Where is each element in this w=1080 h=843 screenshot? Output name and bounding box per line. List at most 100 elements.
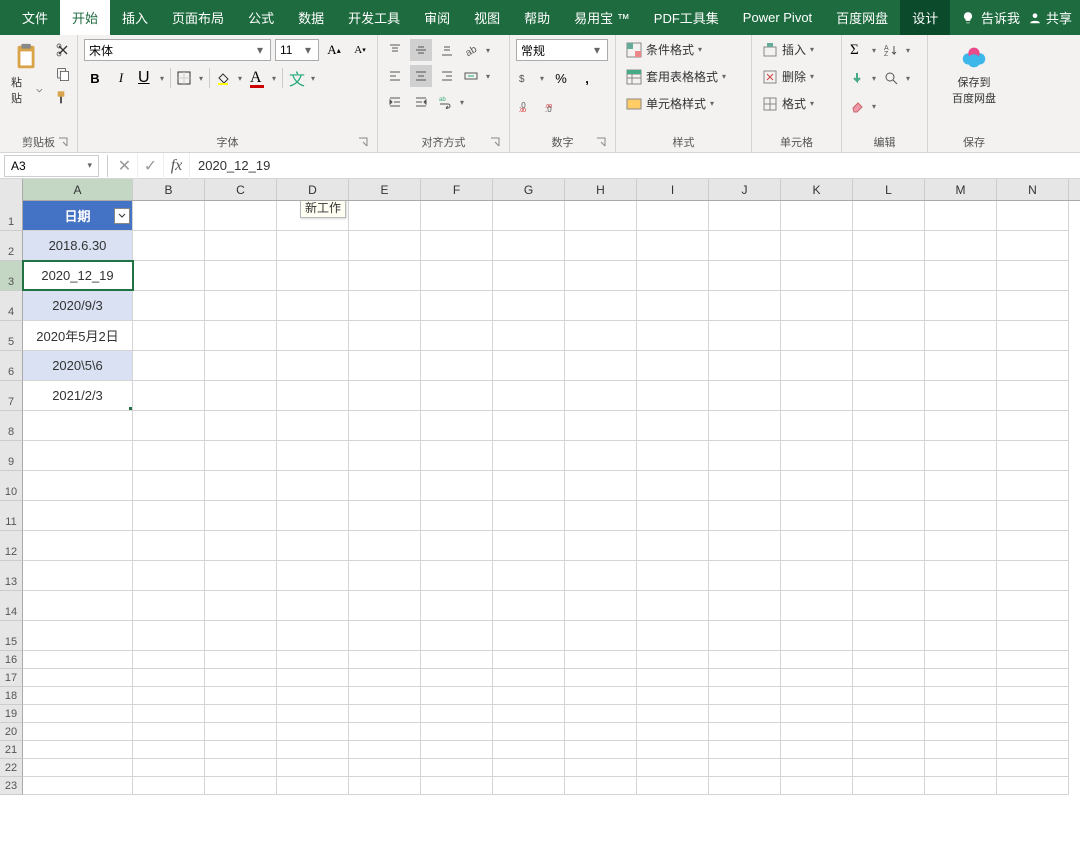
cell-H5[interactable] — [565, 321, 637, 350]
cell[interactable] — [997, 669, 1069, 686]
cell[interactable] — [853, 561, 925, 590]
cell[interactable] — [133, 687, 205, 704]
tab-dev-tools[interactable]: 开发工具 — [336, 0, 412, 35]
cell[interactable] — [853, 471, 925, 500]
insert-function-button[interactable]: fx — [164, 153, 190, 179]
cell-E7[interactable] — [349, 381, 421, 410]
cell[interactable] — [277, 531, 349, 560]
cell[interactable] — [781, 723, 853, 740]
cell[interactable] — [709, 669, 781, 686]
cell-D6[interactable] — [277, 351, 349, 380]
cell[interactable] — [709, 723, 781, 740]
cell[interactable] — [349, 741, 421, 758]
row-header-19[interactable]: 19 — [0, 705, 23, 723]
cell-F1[interactable] — [421, 201, 493, 230]
col-header-B[interactable]: B — [133, 179, 205, 200]
cell-C2[interactable] — [205, 231, 277, 260]
cell[interactable] — [349, 723, 421, 740]
cell-E1[interactable] — [349, 201, 421, 230]
cell-K4[interactable] — [781, 291, 853, 320]
cell[interactable] — [493, 687, 565, 704]
cell-I6[interactable] — [637, 351, 709, 380]
cell[interactable] — [493, 741, 565, 758]
cell[interactable] — [277, 501, 349, 530]
cell[interactable] — [205, 561, 277, 590]
cell[interactable] — [421, 531, 493, 560]
cell[interactable] — [781, 669, 853, 686]
cell[interactable] — [853, 669, 925, 686]
decrease-indent-button[interactable] — [384, 91, 406, 113]
cell-N2[interactable] — [997, 231, 1069, 260]
cell-A23[interactable] — [23, 777, 133, 794]
cell[interactable] — [565, 591, 637, 620]
cell-A18[interactable] — [23, 687, 133, 704]
fill-button[interactable]: ▾ — [848, 67, 878, 89]
cell[interactable] — [349, 501, 421, 530]
cell-E2[interactable] — [349, 231, 421, 260]
cell[interactable] — [997, 501, 1069, 530]
copy-button[interactable] — [52, 63, 74, 85]
cell[interactable] — [421, 777, 493, 794]
row-header-22[interactable]: 22 — [0, 759, 23, 777]
tab-pdf-tools[interactable]: PDF工具集 — [642, 0, 731, 35]
row-header-21[interactable]: 21 — [0, 741, 23, 759]
cell[interactable] — [421, 501, 493, 530]
cell[interactable] — [565, 441, 637, 470]
dialog-launcher-icon[interactable] — [595, 136, 609, 150]
font-color-button[interactable]: A▾ — [248, 67, 278, 89]
cell[interactable] — [781, 621, 853, 650]
row-header-10[interactable]: 10 — [0, 471, 23, 501]
delete-cells-button[interactable]: 删除▾ — [758, 66, 818, 87]
cell-J2[interactable] — [709, 231, 781, 260]
cell[interactable] — [781, 777, 853, 794]
cell[interactable] — [997, 651, 1069, 668]
cell[interactable] — [205, 651, 277, 668]
dialog-launcher-icon[interactable] — [57, 136, 71, 150]
cell[interactable] — [133, 669, 205, 686]
col-header-A[interactable]: A — [23, 179, 133, 200]
cell[interactable] — [925, 651, 997, 668]
merge-button[interactable]: ▾ — [462, 65, 492, 87]
cell-A21[interactable] — [23, 741, 133, 758]
cell[interactable] — [421, 651, 493, 668]
cell[interactable] — [709, 591, 781, 620]
cell[interactable] — [277, 651, 349, 668]
cell[interactable] — [853, 501, 925, 530]
cell[interactable] — [133, 777, 205, 794]
cell[interactable] — [637, 777, 709, 794]
cell[interactable] — [421, 591, 493, 620]
cell[interactable] — [349, 687, 421, 704]
cell[interactable] — [421, 723, 493, 740]
wrap-text-button[interactable]: ab▾ — [436, 91, 466, 113]
cell[interactable] — [205, 501, 277, 530]
cell[interactable] — [133, 561, 205, 590]
cell-D5[interactable] — [277, 321, 349, 350]
orientation-button[interactable]: ab▾ — [462, 39, 492, 61]
autosum-button[interactable]: Σ▾ — [848, 39, 878, 61]
cell-C4[interactable] — [205, 291, 277, 320]
cell-C1[interactable] — [205, 201, 277, 230]
cell[interactable] — [133, 441, 205, 470]
cell-D4[interactable] — [277, 291, 349, 320]
cell[interactable] — [133, 501, 205, 530]
cell[interactable] — [493, 723, 565, 740]
tab-power-pivot[interactable]: Power Pivot — [731, 0, 824, 35]
cell[interactable] — [565, 471, 637, 500]
cell[interactable] — [493, 651, 565, 668]
tab-yiyongbao[interactable]: 易用宝 ™ — [562, 0, 642, 35]
cell[interactable] — [493, 777, 565, 794]
row-header-17[interactable]: 17 — [0, 669, 23, 687]
cell-H1[interactable] — [565, 201, 637, 230]
cell[interactable] — [637, 531, 709, 560]
filter-dropdown-button[interactable] — [114, 208, 130, 224]
cut-button[interactable] — [52, 39, 74, 61]
cell[interactable] — [277, 561, 349, 590]
cell-A19[interactable] — [23, 705, 133, 722]
cell[interactable] — [133, 705, 205, 722]
tab-baidu-pan[interactable]: 百度网盘 — [824, 0, 900, 35]
cell[interactable] — [133, 411, 205, 440]
cell-A5[interactable]: 2020年5月2日 — [23, 321, 133, 350]
cell-M4[interactable] — [925, 291, 997, 320]
row-header-14[interactable]: 14 — [0, 591, 23, 621]
row-header-9[interactable]: 9 — [0, 441, 23, 471]
